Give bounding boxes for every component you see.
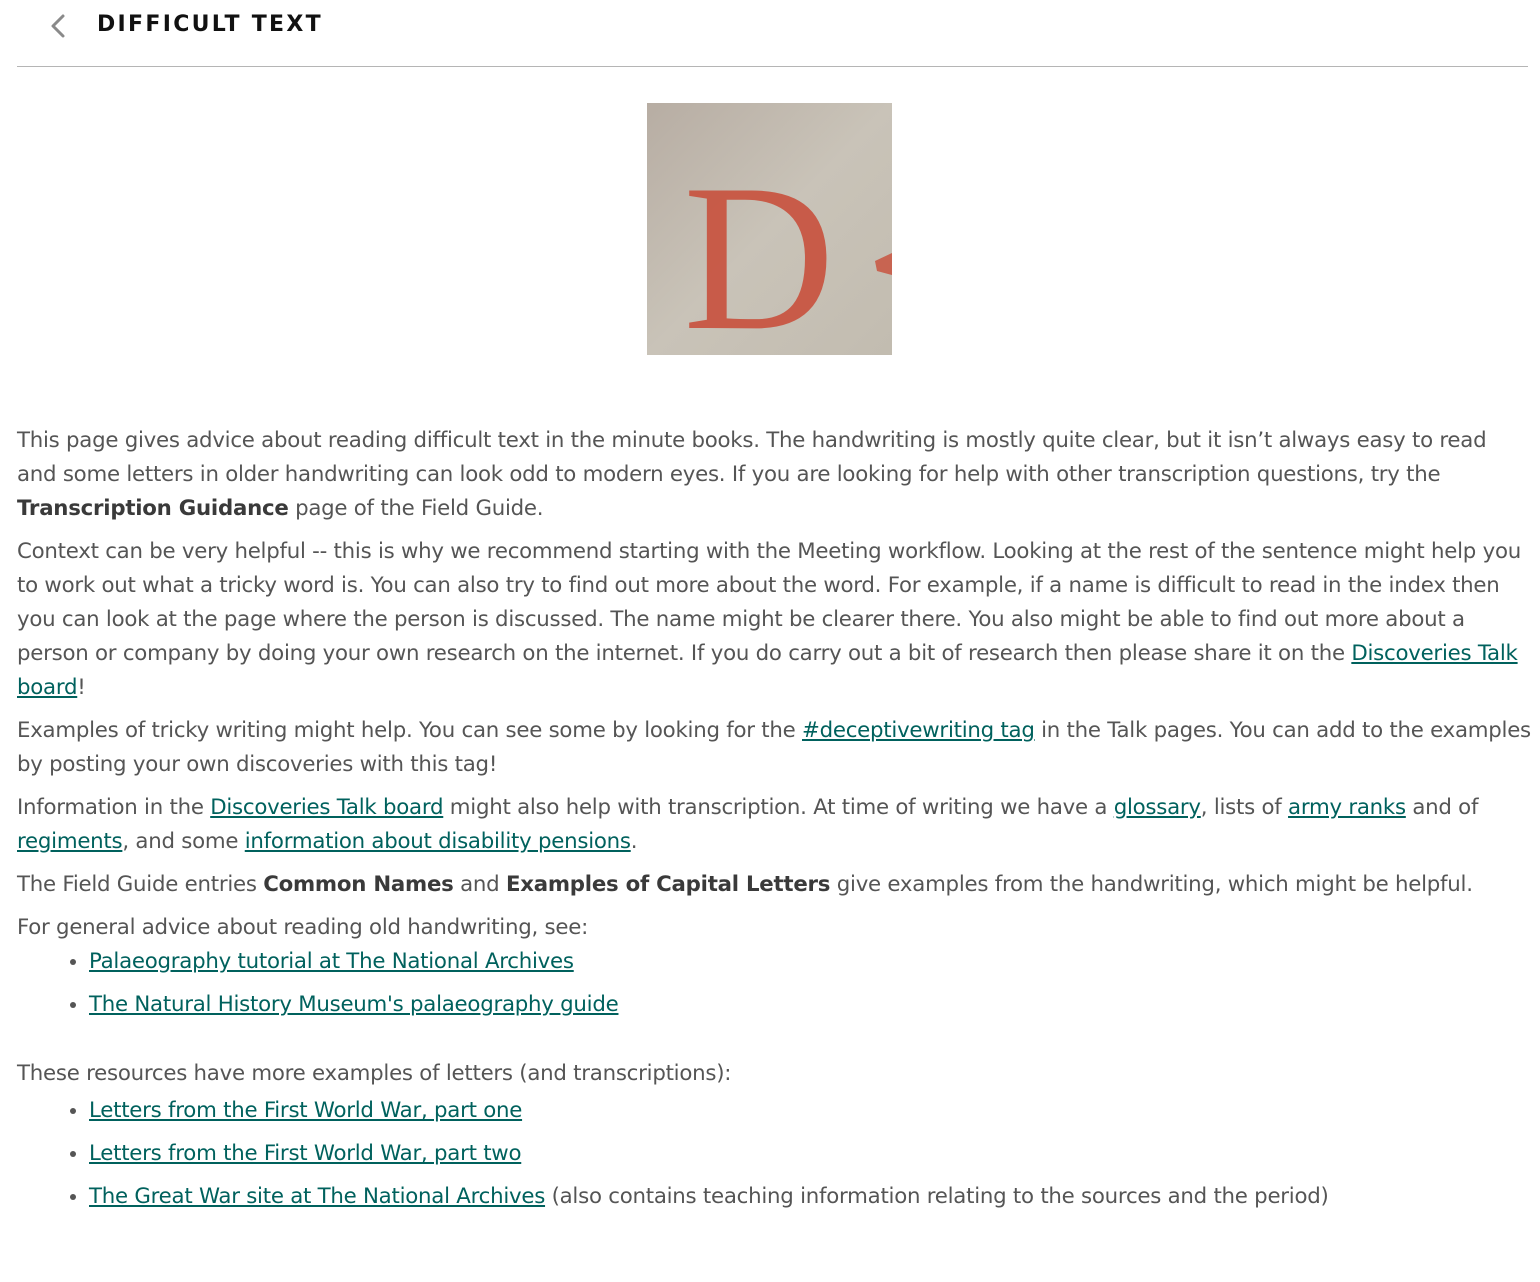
great-war-site-link[interactable]: The Great War site at The National Archi… xyxy=(89,1184,545,1209)
list-item: The Natural History Museum's palaeograph… xyxy=(89,988,1532,1022)
common-names-label: Common Names xyxy=(263,872,454,897)
discoveries-talk-board-link-2[interactable]: Discoveries Talk board xyxy=(210,795,443,820)
article-body: This page gives advice about reading dif… xyxy=(17,424,1532,1223)
list-item: Letters from the First World War, part t… xyxy=(89,1137,1532,1171)
list-item: Palaeography tutorial at The National Ar… xyxy=(89,945,1532,979)
general-advice-intro: For general advice about reading old han… xyxy=(17,915,588,940)
capital-letter: D xyxy=(683,142,835,355)
list-item: The Great War site at The National Archi… xyxy=(89,1180,1532,1214)
general-advice-list: Palaeography tutorial at The National Ar… xyxy=(17,945,1532,1022)
page-header: DIFFICULT TEXT xyxy=(17,0,1528,67)
letters-part-two-link[interactable]: Letters from the First World War, part t… xyxy=(89,1141,522,1166)
list-item: Letters from the First World War, part o… xyxy=(89,1094,1532,1128)
resources-intro: These resources have more examples of le… xyxy=(17,1061,732,1086)
resources-list: Letters from the First World War, part o… xyxy=(17,1094,1532,1214)
glossary-link[interactable]: glossary xyxy=(1114,795,1201,820)
context-paragraph: Context can be very helpful -- this is w… xyxy=(17,539,1521,700)
information-paragraph: Information in the Discoveries Talk boar… xyxy=(17,795,1479,854)
capital-letter-image: D xyxy=(647,103,892,374)
page-title: DIFFICULT TEXT xyxy=(97,12,323,37)
back-button[interactable] xyxy=(37,12,73,42)
regiments-link[interactable]: regiments xyxy=(17,829,123,854)
disability-pensions-link[interactable]: information about disability pensions xyxy=(245,829,631,854)
transcription-guidance-label: Transcription Guidance xyxy=(17,496,289,521)
capital-letters-label: Examples of Capital Letters xyxy=(505,872,831,897)
chevron-left-icon xyxy=(51,14,65,38)
intro-paragraph: This page gives advice about reading dif… xyxy=(17,428,1487,521)
deceptivewriting-tag-link[interactable]: #deceptivewriting tag xyxy=(802,718,1035,743)
nhm-palaeography-guide-link[interactable]: The Natural History Museum's palaeograph… xyxy=(89,992,619,1017)
letters-part-one-link[interactable]: Letters from the First World War, part o… xyxy=(89,1098,522,1123)
field-guide-paragraph: The Field Guide entries Common Names and… xyxy=(17,872,1473,897)
palaeography-tutorial-link[interactable]: Palaeography tutorial at The National Ar… xyxy=(89,949,574,974)
examples-paragraph: Examples of tricky writing might help. Y… xyxy=(17,718,1531,777)
army-ranks-link[interactable]: army ranks xyxy=(1288,795,1406,820)
